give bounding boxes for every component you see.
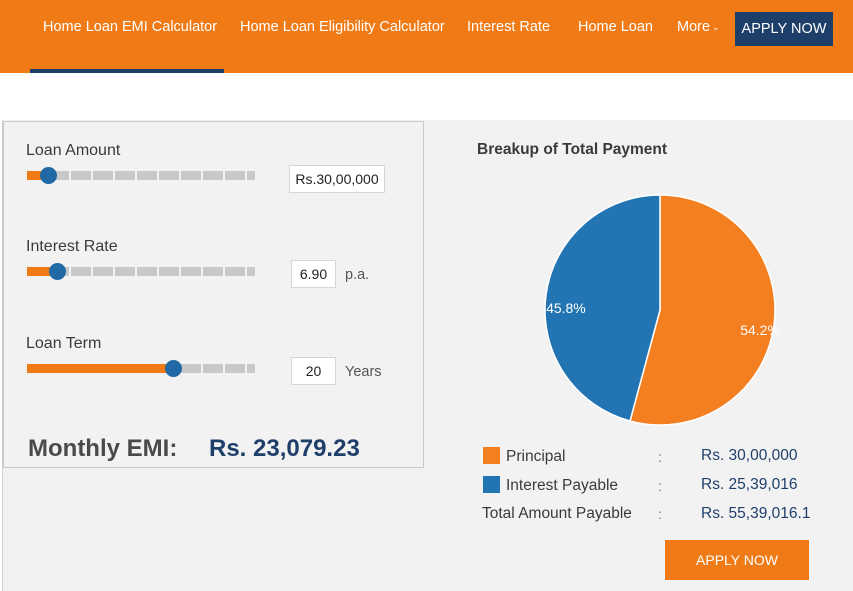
nav-item-more[interactable]: More ⌄ xyxy=(677,19,720,35)
slider-handle[interactable] xyxy=(165,360,182,377)
pie-label-interest: 45.8% xyxy=(546,300,586,316)
payment-breakup-pie-chart: 54.2% 45.8% xyxy=(544,194,780,426)
interest-rate-unit: p.a. xyxy=(345,267,370,283)
loan-amount-slider[interactable] xyxy=(27,167,255,184)
slider-handle[interactable] xyxy=(49,263,66,280)
slider-fill xyxy=(27,364,173,373)
apply-now-button-bottom[interactable]: APPLY NOW xyxy=(665,540,809,580)
nav-item-home-loan-eligibility-calculator[interactable]: Home Loan Eligibility Calculator xyxy=(240,19,445,35)
nav-item-home-loan-emi-calculator[interactable]: Home Loan EMI Calculator xyxy=(43,19,217,35)
pie-label-principal: 54.2% xyxy=(740,322,780,338)
nav-item-home-loan[interactable]: Home Loan xyxy=(578,19,653,35)
legend-separator: : xyxy=(658,506,662,522)
interest-legend-swatch xyxy=(483,476,500,493)
nav-item-interest-rate[interactable]: Interest Rate xyxy=(467,19,550,35)
slider-handle[interactable] xyxy=(40,167,57,184)
monthly-emi-label: Monthly EMI: xyxy=(28,435,178,462)
slider-track xyxy=(27,171,255,180)
principal-legend-label: Principal xyxy=(506,448,566,465)
loan-term-unit: Years xyxy=(345,364,382,380)
legend-separator: : xyxy=(658,478,662,494)
total-payable-value: Rs. 55,39,016.1 xyxy=(701,505,811,522)
nav-item-more-label: More xyxy=(677,19,711,35)
loan-term-label: Loan Term xyxy=(26,335,102,352)
interest-rate-input[interactable] xyxy=(291,260,336,288)
active-tab-indicator xyxy=(30,69,224,73)
principal-value: Rs. 30,00,000 xyxy=(701,447,798,464)
loan-amount-input[interactable] xyxy=(289,165,385,193)
total-payable-label: Total Amount Payable xyxy=(482,505,632,522)
legend-separator: : xyxy=(658,449,662,465)
top-navigation-bar: Home Loan EMI Calculator Home Loan Eligi… xyxy=(0,0,853,73)
principal-legend-swatch xyxy=(483,447,500,464)
loan-term-input[interactable] xyxy=(291,357,336,385)
loan-term-slider[interactable] xyxy=(27,360,255,377)
interest-rate-slider[interactable] xyxy=(27,263,255,280)
monthly-emi-value: Rs. 23,079.23 xyxy=(209,435,360,462)
interest-legend-label: Interest Payable xyxy=(506,477,619,494)
interest-rate-label: Interest Rate xyxy=(26,238,118,255)
chevron-down-icon: ⌄ xyxy=(712,22,720,32)
chart-title: Breakup of Total Payment xyxy=(477,141,668,158)
apply-now-button[interactable]: APPLY NOW xyxy=(735,12,833,46)
loan-amount-label: Loan Amount xyxy=(26,142,121,159)
interest-payable-value: Rs. 25,39,016 xyxy=(701,476,798,493)
